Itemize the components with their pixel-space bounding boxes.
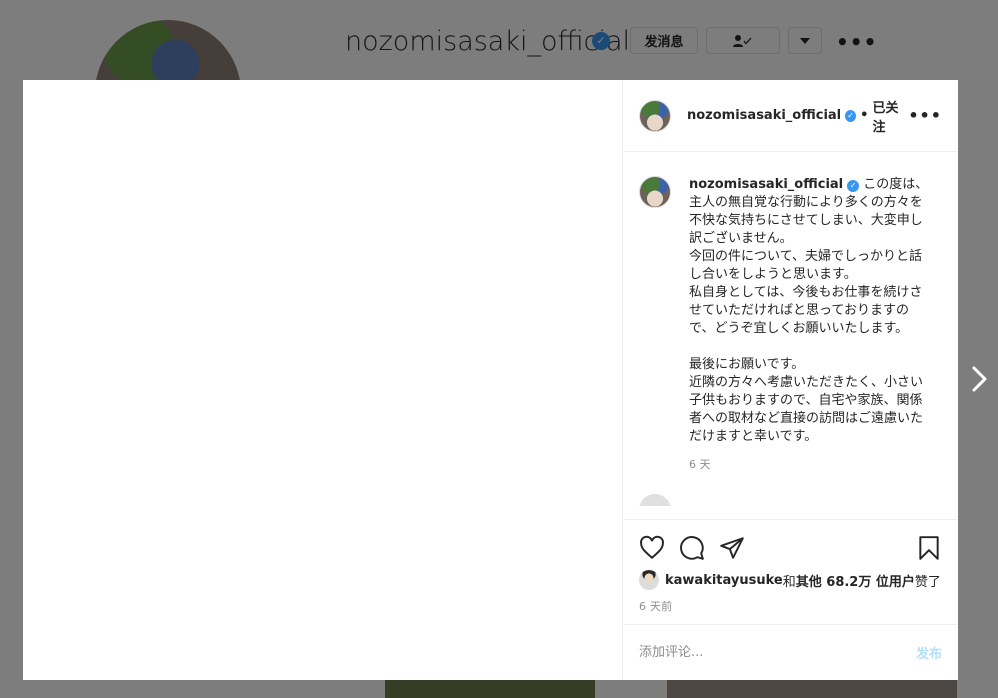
bookmark-icon bbox=[919, 536, 939, 560]
caption-author-avatar[interactable] bbox=[639, 176, 671, 208]
post-timestamp[interactable]: 6 天前 bbox=[639, 598, 942, 614]
post-header: nozomisasaki_official ✓ • 已关注 ••• bbox=[623, 80, 958, 152]
action-icons-row bbox=[639, 528, 942, 568]
post-modal: nozomisasaki_official ✓ • 已关注 ••• nozomi… bbox=[23, 80, 958, 680]
verified-badge-icon: ✓ bbox=[845, 109, 857, 122]
author-info: nozomisasaki_official ✓ • 已关注 bbox=[687, 97, 908, 135]
caption-content: この度は、主人の無自覚な行動により多くの方々を不快な気持ちにさせてしまい、大変申… bbox=[689, 177, 929, 444]
comment-button[interactable] bbox=[679, 528, 719, 568]
post-actions: kawakitayusuke 和 其他 68.2万 位用户 赞了 6 天前 bbox=[623, 519, 958, 624]
chevron-right-icon bbox=[972, 366, 987, 392]
likes-suffix: 赞了 bbox=[914, 574, 941, 590]
share-button[interactable] bbox=[719, 528, 759, 568]
following-status[interactable]: 已关注 bbox=[872, 97, 908, 135]
more-options-icon[interactable]: ••• bbox=[908, 106, 942, 125]
verified-badge-icon: ✓ bbox=[847, 180, 860, 192]
commenter-avatar[interactable] bbox=[639, 494, 671, 506]
separator-dot: • bbox=[860, 108, 869, 123]
caption-username[interactable]: nozomisasaki_official bbox=[689, 177, 843, 192]
likes-summary: kawakitayusuke 和 其他 68.2万 位用户 赞了 bbox=[639, 570, 942, 590]
comment-icon bbox=[680, 536, 704, 560]
comments-list[interactable]: nozomisasaki_official ✓ この度は、主人の無自覚な行動により… bbox=[623, 152, 958, 519]
caption-timestamp[interactable]: 6 天 bbox=[689, 456, 929, 472]
next-comment-preview bbox=[639, 494, 942, 506]
like-button[interactable] bbox=[639, 528, 679, 568]
post-media[interactable] bbox=[23, 80, 623, 680]
post-comment-button[interactable]: 发布 bbox=[916, 643, 942, 662]
caption-body: nozomisasaki_official ✓ この度は、主人の無自覚な行動により… bbox=[689, 168, 929, 472]
likes-count-link[interactable]: 其他 68.2万 位用户 bbox=[796, 571, 915, 590]
post-side-panel: nozomisasaki_official ✓ • 已关注 ••• nozomi… bbox=[623, 80, 958, 680]
author-username[interactable]: nozomisasaki_official bbox=[687, 108, 841, 123]
author-avatar[interactable] bbox=[639, 99, 671, 132]
comment-input[interactable] bbox=[639, 645, 916, 660]
post-caption: nozomisasaki_official ✓ この度は、主人の無自覚な行動により… bbox=[639, 168, 942, 472]
liker-avatar[interactable] bbox=[639, 570, 659, 590]
caption-text: nozomisasaki_official ✓ この度は、主人の無自覚な行動により… bbox=[689, 176, 929, 446]
send-icon bbox=[720, 537, 744, 559]
liker-username[interactable]: kawakitayusuke bbox=[665, 573, 783, 588]
add-comment-bar: 发布 bbox=[623, 624, 958, 680]
heart-icon bbox=[640, 535, 664, 560]
save-button[interactable] bbox=[916, 528, 942, 568]
likes-and: 和 bbox=[782, 574, 796, 590]
next-post-button[interactable] bbox=[964, 364, 994, 394]
